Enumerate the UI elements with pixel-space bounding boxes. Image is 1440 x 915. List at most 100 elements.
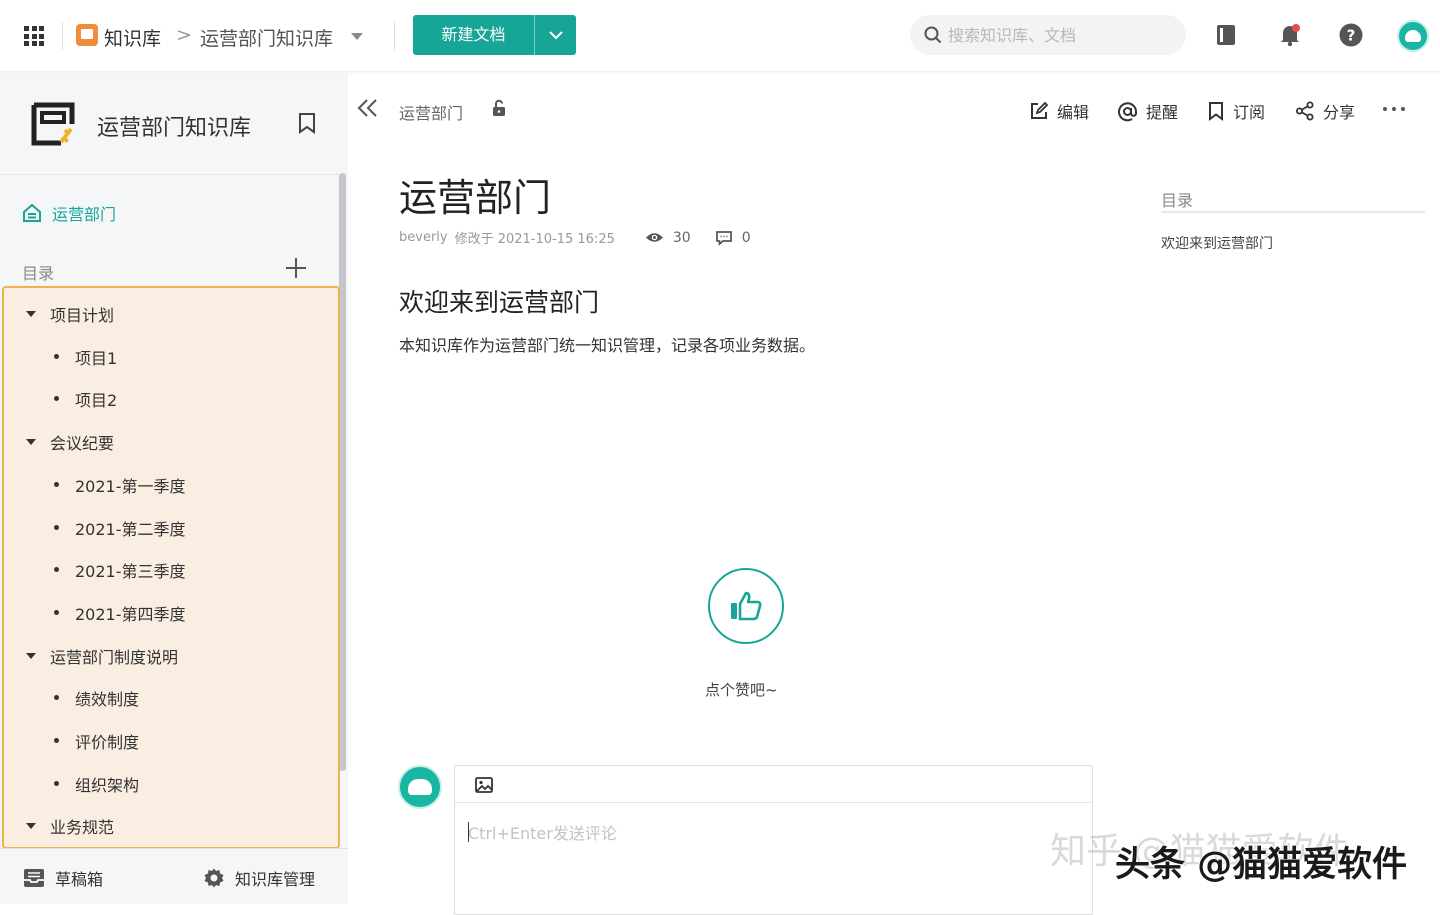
caret-down-icon[interactable] bbox=[26, 311, 36, 317]
toc-label: 目录 bbox=[22, 264, 55, 283]
tree-label[interactable]: 2021-第二季度 bbox=[75, 516, 186, 540]
tree-label[interactable]: 运营部门制度说明 bbox=[50, 644, 178, 668]
thumbs-up-icon bbox=[731, 591, 762, 621]
subscribe-button[interactable]: 订阅 bbox=[1207, 99, 1265, 123]
notebook-icon[interactable] bbox=[1213, 22, 1241, 50]
collapse-sidebar-icon[interactable] bbox=[357, 98, 379, 118]
tree-label[interactable]: 会议纪要 bbox=[50, 430, 114, 454]
tree-label[interactable]: 绩效制度 bbox=[75, 686, 139, 710]
tree-label[interactable]: 组织架构 bbox=[75, 772, 139, 796]
bullet-icon bbox=[54, 567, 59, 573]
comment-count-value: 0 bbox=[741, 229, 751, 246]
insert-image-icon[interactable] bbox=[475, 777, 493, 793]
add-icon[interactable] bbox=[285, 257, 307, 279]
tree-label[interactable]: 项目1 bbox=[75, 345, 117, 369]
comment-editor bbox=[454, 765, 1093, 915]
sidebar-home-label[interactable]: 运营部门 bbox=[52, 201, 116, 225]
tree-item[interactable]: 组织架构 bbox=[4, 762, 338, 800]
bookmark-icon bbox=[1209, 102, 1223, 121]
kb-manage-button[interactable]: 知识库管理 bbox=[203, 866, 315, 890]
breadcrumb-current-kb[interactable]: 运营部门知识库 bbox=[200, 24, 333, 51]
like-button[interactable] bbox=[708, 568, 784, 644]
tree-label[interactable]: 2021-第一季度 bbox=[75, 473, 186, 497]
new-document-dropdown[interactable] bbox=[535, 15, 576, 55]
tree-label[interactable]: 评价制度 bbox=[75, 729, 139, 753]
tree-folder[interactable]: 业务规范 bbox=[4, 804, 338, 842]
tree-item[interactable]: 2021-第四季度 bbox=[4, 591, 338, 629]
search-input[interactable] bbox=[948, 23, 1173, 47]
caret-down-icon[interactable] bbox=[26, 439, 36, 446]
edit-icon bbox=[1031, 101, 1049, 119]
new-document-button[interactable]: 新建文档 bbox=[413, 15, 576, 55]
help-icon[interactable]: ? bbox=[1338, 22, 1366, 50]
search-box[interactable] bbox=[910, 15, 1186, 55]
sidebar-home-link[interactable]: 运营部门 bbox=[22, 201, 116, 225]
document-heading: 欢迎来到运营部门 bbox=[399, 288, 600, 317]
more-options-icon[interactable] bbox=[1383, 107, 1405, 111]
unlock-icon[interactable] bbox=[490, 99, 508, 117]
tree-item[interactable]: 项目1 bbox=[4, 335, 338, 373]
view-count-value: 30 bbox=[672, 229, 691, 246]
bookmark-icon[interactable] bbox=[297, 112, 317, 134]
document-meta: beverly 修改于 2021-10-15 16:25 30 0 bbox=[399, 228, 751, 248]
document-title: 运营部门 bbox=[399, 176, 552, 220]
bullet-icon bbox=[54, 609, 59, 615]
tree-folder[interactable]: 会议纪要 bbox=[4, 420, 338, 458]
divider bbox=[1161, 211, 1425, 213]
svg-text:?: ? bbox=[1347, 27, 1356, 45]
new-document-label[interactable]: 新建文档 bbox=[413, 15, 535, 55]
tree-item[interactable]: 绩效制度 bbox=[4, 676, 338, 714]
tree-folder[interactable]: 运营部门制度说明 bbox=[4, 634, 338, 672]
tree-label[interactable]: 业务规范 bbox=[50, 814, 114, 838]
tree-item[interactable]: 2021-第一季度 bbox=[4, 463, 338, 501]
doc-breadcrumb[interactable]: 运营部门 bbox=[399, 100, 463, 124]
caret-down-icon[interactable] bbox=[26, 652, 36, 659]
tree-label[interactable]: 2021-第三季度 bbox=[75, 558, 186, 582]
sidebar-scrollbar[interactable] bbox=[339, 173, 346, 771]
comment-input[interactable] bbox=[468, 820, 1068, 900]
tree-item[interactable]: 评价制度 bbox=[4, 719, 338, 757]
tree-item[interactable]: 2021-第二季度 bbox=[4, 506, 338, 544]
tree-folder[interactable]: 项目计划 bbox=[4, 292, 338, 330]
sidebar-header: 运营部门知识库 bbox=[0, 73, 348, 175]
drafts-button[interactable]: 草稿箱 bbox=[23, 866, 103, 890]
user-avatar[interactable] bbox=[1397, 20, 1429, 52]
gear-icon bbox=[204, 868, 224, 888]
chevron-down-icon bbox=[548, 31, 563, 40]
tree-label[interactable]: 项目计划 bbox=[50, 302, 114, 326]
caret-down-icon[interactable] bbox=[26, 823, 36, 830]
drafts-icon bbox=[24, 869, 44, 887]
tree-label[interactable]: 项目2 bbox=[75, 387, 117, 411]
edit-label[interactable]: 编辑 bbox=[1057, 99, 1089, 123]
text-caret bbox=[468, 822, 469, 842]
watermark-main: 头条 @猫猫爱软件 bbox=[1115, 845, 1408, 885]
tree-item[interactable]: 项目2 bbox=[4, 377, 338, 415]
author-name[interactable]: beverly bbox=[399, 230, 448, 245]
toc-item[interactable]: 欢迎来到运营部门 bbox=[1161, 233, 1273, 253]
subscribe-label[interactable]: 订阅 bbox=[1233, 99, 1265, 123]
bullet-icon bbox=[54, 780, 59, 786]
tree-label[interactable]: 2021-第四季度 bbox=[75, 601, 186, 625]
share-button[interactable]: 分享 bbox=[1295, 99, 1355, 123]
notification-bell-icon[interactable] bbox=[1277, 22, 1305, 50]
tree-item[interactable]: 2021-第三季度 bbox=[4, 548, 338, 586]
chevron-down-icon[interactable] bbox=[351, 33, 363, 40]
search-icon bbox=[924, 26, 942, 44]
at-icon bbox=[1118, 101, 1137, 121]
drafts-label[interactable]: 草稿箱 bbox=[55, 866, 103, 890]
share-label[interactable]: 分享 bbox=[1323, 99, 1355, 123]
knowledge-base-icon bbox=[76, 24, 98, 46]
commenter-avatar bbox=[398, 765, 442, 809]
knowledge-base-logo bbox=[31, 102, 75, 146]
like-prompt: 点个赞吧~ bbox=[705, 681, 778, 699]
sidebar-footer: 草稿箱 知识库管理 bbox=[0, 848, 348, 904]
bullet-icon bbox=[54, 396, 59, 402]
mention-label[interactable]: 提醒 bbox=[1146, 99, 1178, 123]
kb-manage-label[interactable]: 知识库管理 bbox=[235, 866, 315, 890]
document-paragraph: 本知识库作为运营部门统一知识管理，记录各项业务数据。 bbox=[399, 336, 816, 355]
mention-button[interactable]: 提醒 bbox=[1117, 99, 1178, 123]
comment-count[interactable]: 0 bbox=[715, 230, 751, 246]
apps-grid-icon[interactable] bbox=[24, 26, 44, 46]
breadcrumb-knowledge-base[interactable]: 知识库 bbox=[104, 24, 161, 51]
edit-button[interactable]: 编辑 bbox=[1029, 99, 1089, 123]
